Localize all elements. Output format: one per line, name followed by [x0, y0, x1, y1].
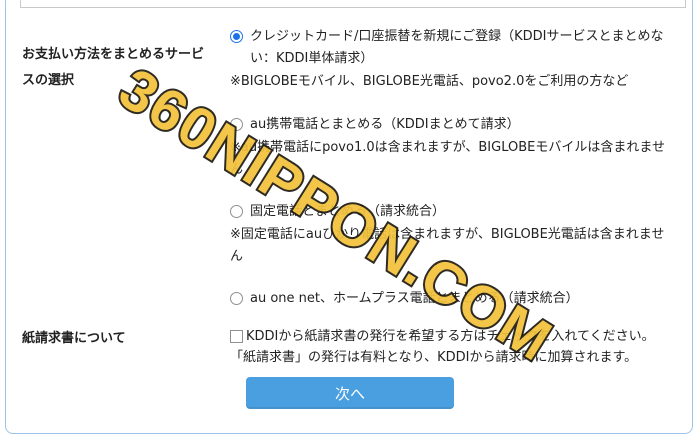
paper-invoice-note: 「紙請求書」の発行は有料となり、KDDIから請求時に加算されます。	[230, 350, 638, 365]
previous-field-box	[20, 0, 686, 8]
payment-option-landline-label: 固定電話とまとめる（請求統合）	[250, 204, 446, 219]
payment-option-au-one-net-label: au one net、ホームプラス電話とまとめる（請求統合）	[250, 291, 579, 306]
radio-landline[interactable]	[230, 205, 243, 218]
payment-option-au-mobile-label: au携帯電話とまとめる（KDDIまとめて請求）	[250, 117, 520, 132]
paper-invoice-checkbox-label: KDDIから紙請求書の発行を希望する方はチェックを入れてください。	[246, 329, 655, 344]
radio-credit[interactable]	[230, 30, 243, 43]
payment-option-credit-label: クレジットカード/口座振替を新規にご登録（KDDIサービスとまとめない：KDDI…	[250, 29, 664, 66]
payment-option-credit-note: ※BIGLOBEモバイル、BIGLOBE光電話、povo2.0をご利用の方など	[230, 74, 629, 89]
paper-invoice-checkbox[interactable]	[230, 330, 243, 343]
next-button[interactable]: 次へ	[246, 377, 454, 409]
paper-invoice-label: 紙請求書について	[22, 331, 126, 346]
payment-option-landline[interactable]: 固定電話とまとめる（請求統合） ※固定電話にauひかり電話は含まれますが、BIG…	[230, 201, 670, 268]
payment-option-landline-note: ※固定電話にauひかり電話は含まれますが、BIGLOBE光電話は含まれません	[230, 227, 665, 264]
paper-invoice-group: KDDIから紙請求書の発行を希望する方はチェックを入れてください。 「紙請求書」…	[230, 326, 680, 369]
payment-method-label: お支払い方法をまとめるサービスの選択	[22, 47, 205, 88]
payment-option-au-mobile[interactable]: au携帯電話とまとめる（KDDIまとめて請求） ※au携帯電話にpovo1.0は…	[230, 114, 670, 181]
payment-option-au-one-net[interactable]: au one net、ホームプラス電話とまとめる（請求統合）	[230, 288, 670, 310]
radio-au-mobile[interactable]	[230, 118, 243, 131]
radio-au-one-net[interactable]	[230, 292, 243, 305]
payment-option-credit[interactable]: クレジットカード/口座振替を新規にご登録（KDDIサービスとまとめない：KDDI…	[230, 26, 670, 93]
payment-option-au-mobile-note: ※au携帯電話にpovo1.0は含まれますが、BIGLOBEモバイルは含まれませ…	[230, 140, 665, 177]
